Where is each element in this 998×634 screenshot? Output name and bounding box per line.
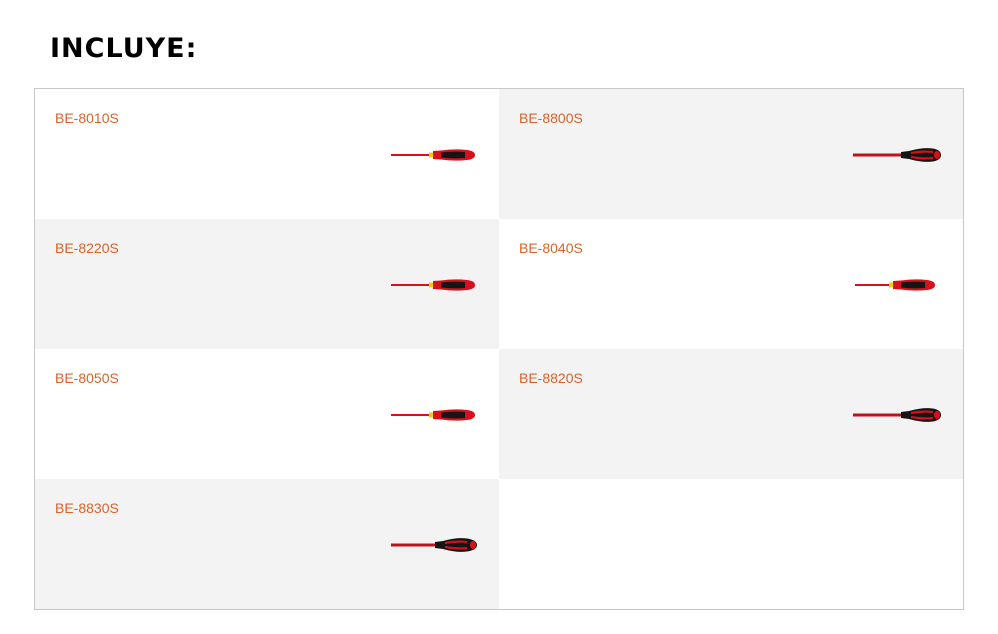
- screwdriver-icon[interactable]: [389, 274, 481, 296]
- product-grid: BE-8010S BE-8800S BE-8220S BE-8040S BE-8…: [34, 88, 964, 610]
- screwdriver-icon[interactable]: [853, 404, 945, 426]
- product-card[interactable]: BE-8010S: [35, 89, 499, 219]
- screwdriver-icon[interactable]: [389, 404, 481, 426]
- product-code-link[interactable]: BE-8820S: [519, 370, 583, 386]
- product-card[interactable]: BE-8830S: [35, 479, 499, 609]
- product-card[interactable]: BE-8040S: [499, 219, 963, 349]
- product-card[interactable]: BE-8220S: [35, 219, 499, 349]
- product-code-link[interactable]: BE-8040S: [519, 240, 583, 256]
- empty-cell: [499, 479, 963, 609]
- product-code-link[interactable]: BE-8800S: [519, 110, 583, 126]
- product-code-link[interactable]: BE-8830S: [55, 500, 119, 516]
- page-title: INCLUYE:: [50, 33, 198, 64]
- product-code-link[interactable]: BE-8010S: [55, 110, 119, 126]
- product-card[interactable]: BE-8050S: [35, 349, 499, 479]
- product-card[interactable]: BE-8820S: [499, 349, 963, 479]
- product-code-link[interactable]: BE-8050S: [55, 370, 119, 386]
- screwdriver-icon[interactable]: [389, 534, 481, 556]
- product-card[interactable]: BE-8800S: [499, 89, 963, 219]
- screwdriver-icon[interactable]: [853, 144, 945, 166]
- screwdriver-icon[interactable]: [389, 144, 481, 166]
- screwdriver-icon[interactable]: [853, 274, 945, 296]
- product-code-link[interactable]: BE-8220S: [55, 240, 119, 256]
